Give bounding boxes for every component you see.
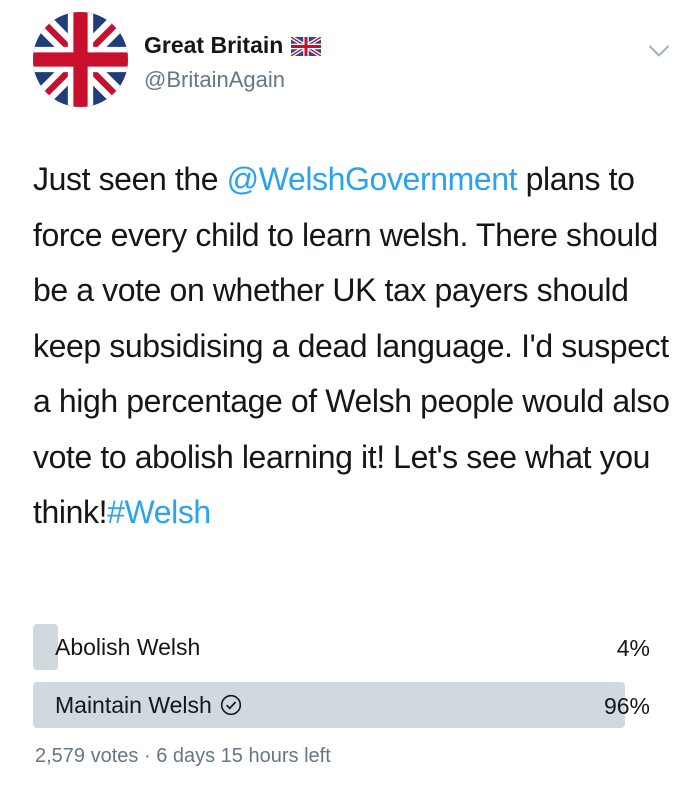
union-jack-flag-icon	[33, 12, 128, 107]
display-name-text: Great Britain	[144, 32, 284, 58]
poll-option-label-text: Abolish Welsh	[55, 634, 201, 660]
poll-option-percent: 96%	[603, 693, 650, 719]
avatar[interactable]	[33, 12, 128, 107]
tweet-text-part: plans to force every child to learn wels…	[33, 161, 670, 530]
union-jack-flag-emoji-icon	[291, 37, 322, 56]
poll-time-left: 6 days 15 hours left	[156, 745, 331, 767]
poll-option-label: Abolish Welsh	[55, 624, 200, 670]
hashtag-link[interactable]: #Welsh	[107, 494, 211, 530]
tweet-text-part: Just seen the	[33, 161, 227, 197]
check-circle-icon	[220, 694, 242, 716]
poll-separator: ·	[138, 745, 157, 767]
poll-meta: 2,579 votes · 6 days 15 hours left	[35, 745, 331, 768]
tweet-card: Great Britain @BritainAgain Just seen th…	[0, 0, 700, 803]
tweet-text: Just seen the @WelshGovernment plans to …	[33, 152, 683, 541]
poll-option-label-text: Maintain Welsh	[55, 692, 212, 718]
poll-bar	[33, 624, 58, 670]
poll-option-abolish-welsh[interactable]: Abolish Welsh 4%	[33, 624, 650, 670]
poll-option-maintain-welsh[interactable]: Maintain Welsh 96%	[33, 682, 650, 728]
chevron-down-icon[interactable]	[648, 44, 670, 58]
poll-vote-count: 2,579 votes	[35, 745, 139, 767]
account-handle[interactable]: @BritainAgain	[144, 67, 285, 93]
mention-link[interactable]: @WelshGovernment	[227, 161, 518, 197]
poll-option-label: Maintain Welsh	[55, 682, 242, 728]
display-name[interactable]: Great Britain	[144, 32, 322, 59]
poll-option-percent: 4%	[616, 635, 650, 661]
